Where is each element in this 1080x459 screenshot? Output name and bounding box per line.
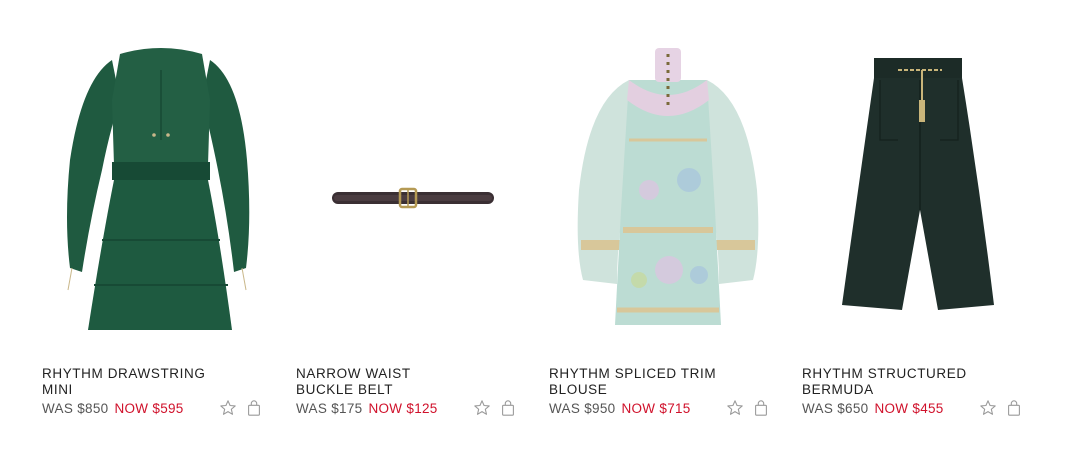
product-card[interactable]: NARROW WAIST BUCKLE BELT WAS $175 NOW $12… — [296, 0, 534, 459]
original-price: WAS $175 — [296, 401, 363, 416]
product-title[interactable]: NARROW WAIST BUCKLE BELT — [296, 366, 471, 398]
sale-price: NOW $125 — [368, 401, 438, 416]
product-actions — [473, 398, 517, 418]
product-image[interactable] — [42, 40, 280, 340]
dress-image — [67, 48, 250, 330]
sale-price: NOW $595 — [114, 401, 184, 416]
shopping-bag-icon[interactable] — [245, 399, 263, 417]
product-card[interactable]: RHYTHM SPLICED TRIM BLOUSE WAS $950 NOW $… — [549, 0, 787, 459]
sale-price: NOW $715 — [621, 401, 691, 416]
star-icon[interactable] — [219, 399, 237, 417]
product-actions — [219, 398, 263, 418]
star-icon[interactable] — [979, 399, 997, 417]
shorts-image — [842, 58, 994, 310]
product-title[interactable]: RHYTHM DRAWSTRING MINI — [42, 366, 217, 398]
product-actions — [726, 398, 770, 418]
product-image[interactable] — [802, 40, 1040, 340]
product-title[interactable]: RHYTHM STRUCTURED BERMUDA — [802, 366, 977, 398]
original-price: WAS $650 — [802, 401, 869, 416]
shopping-bag-icon[interactable] — [1005, 399, 1023, 417]
product-card[interactable]: RHYTHM STRUCTURED BERMUDA WAS $650 NOW $4… — [802, 0, 1040, 459]
product-actions — [979, 398, 1023, 418]
star-icon[interactable] — [473, 399, 491, 417]
shopping-bag-icon[interactable] — [499, 399, 517, 417]
product-grid: RHYTHM DRAWSTRING MINI WAS $850 NOW $595 — [0, 0, 1080, 459]
product-card[interactable]: RHYTHM DRAWSTRING MINI WAS $850 NOW $595 — [42, 0, 280, 459]
star-icon[interactable] — [726, 399, 744, 417]
original-price: WAS $950 — [549, 401, 616, 416]
belt-image — [332, 187, 494, 209]
shopping-bag-icon[interactable] — [752, 399, 770, 417]
sale-price: NOW $455 — [874, 401, 944, 416]
original-price: WAS $850 — [42, 401, 109, 416]
product-title[interactable]: RHYTHM SPLICED TRIM BLOUSE — [549, 366, 724, 398]
product-image[interactable] — [296, 40, 534, 340]
product-image[interactable] — [549, 40, 787, 340]
blouse-image — [577, 48, 759, 325]
